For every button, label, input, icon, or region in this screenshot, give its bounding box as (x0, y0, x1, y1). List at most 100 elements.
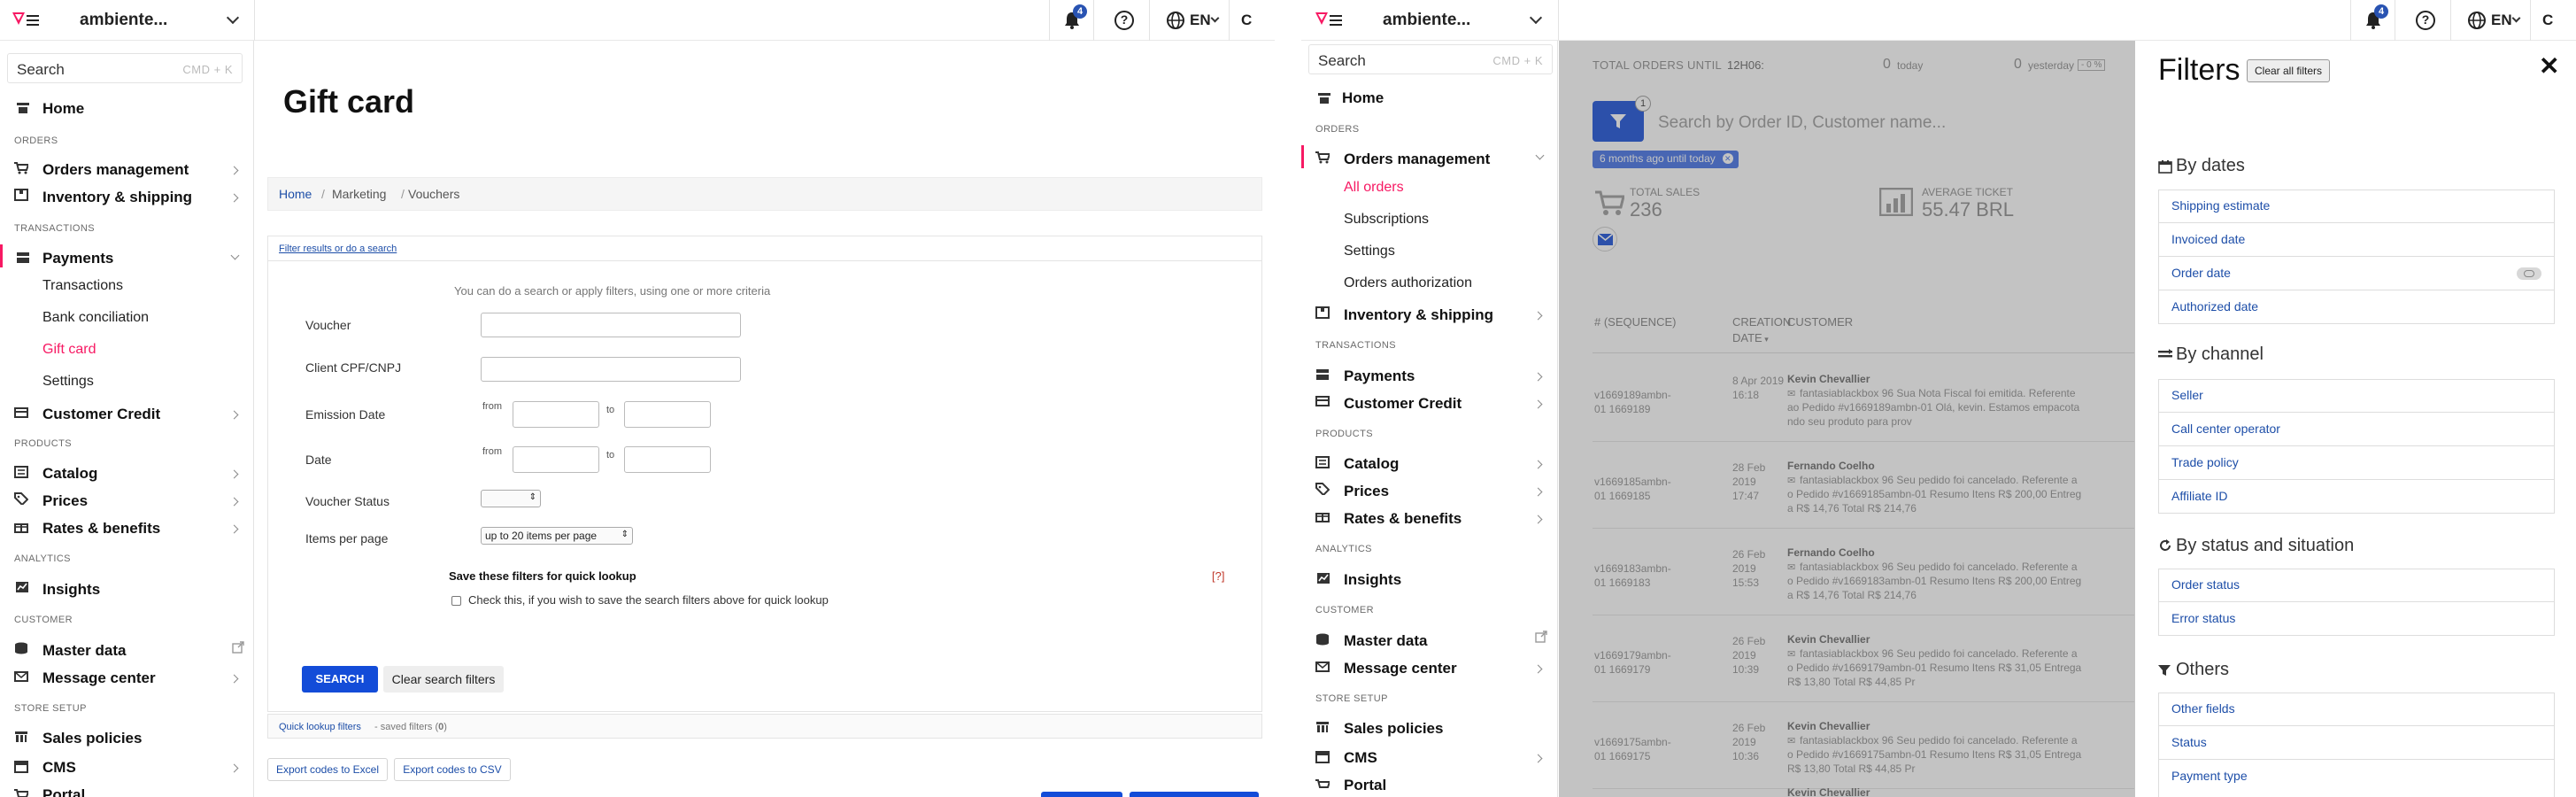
sidebar-subitem-gift-card[interactable]: Gift card (42, 342, 96, 358)
sidebar-item-orders[interactable]: Orders management (42, 161, 189, 179)
globe-icon[interactable] (2467, 11, 2487, 30)
others_items-other-fields[interactable]: Other fields (2159, 693, 2554, 726)
help-icon[interactable]: ? (1114, 11, 1134, 30)
sidebar-item-customer-credit[interactable]: Customer Credit (1344, 395, 1462, 413)
external-link-icon[interactable] (232, 641, 244, 654)
home-icon (17, 103, 29, 113)
breadcrumb-separator: / (321, 187, 325, 201)
chevron-down-icon[interactable] (1210, 13, 1220, 23)
sidebar-item-home[interactable]: Home (1342, 89, 1384, 107)
sidebar-item-message-center[interactable]: Message center (1344, 660, 1457, 677)
status-error-status[interactable]: Error status (2159, 603, 2554, 636)
export-csv-button[interactable]: Export codes to CSV (394, 758, 511, 781)
sidebar-subitem-all-orders[interactable]: All orders (1344, 180, 1404, 196)
channel-trade-policy[interactable]: Trade policy (2159, 447, 2554, 480)
search-input[interactable]: Search CMD + K (7, 53, 243, 83)
export-excel-button[interactable]: Export codes to Excel (267, 758, 388, 781)
others_items-status[interactable]: Status (2159, 727, 2554, 760)
sidebar-item-sales-policies[interactable]: Sales policies (42, 730, 142, 747)
section-label: CUSTOMER (14, 615, 73, 625)
save-filters-checkbox[interactable] (451, 596, 461, 606)
chevron-down-icon[interactable] (2511, 13, 2521, 23)
sidebar-item-home[interactable]: Home (42, 100, 84, 118)
sidebar-subitem-settings[interactable]: Settings (1344, 244, 1395, 259)
sidebar-item-catalog[interactable]: Catalog (42, 465, 97, 483)
user-avatar[interactable]: C (2542, 12, 2553, 29)
sidebar-item-inventory[interactable]: Inventory & shipping (42, 189, 192, 206)
emission-from-input[interactable] (513, 401, 599, 428)
filter-results-link[interactable]: Filter results or do a search (279, 244, 397, 254)
sidebar-item-master-data[interactable]: Master data (42, 642, 126, 660)
breadcrumb-home[interactable]: Home (279, 187, 312, 201)
channel-affiliate-id[interactable]: Affiliate ID (2159, 481, 2554, 514)
sidebar-item-orders[interactable]: Orders management (1344, 151, 1490, 168)
dates-order-date[interactable]: Order date (2159, 258, 2554, 290)
sidebar-subitem-orders-authorization[interactable]: Orders authorization (1344, 275, 1472, 291)
sidebar-item-rates[interactable]: Rates & benefits (42, 520, 160, 538)
clear-all-filters-button[interactable]: Clear all filters (2247, 59, 2330, 82)
external-link-icon[interactable] (1535, 631, 1547, 643)
help-icon[interactable]: ? (2416, 11, 2435, 30)
date-to-input[interactable] (624, 446, 711, 473)
channel-seller[interactable]: Seller (2159, 380, 2554, 413)
sidebar-subitem-settings[interactable]: Settings (42, 374, 94, 390)
vtex-logo[interactable] (1314, 11, 1346, 30)
vtex-logo[interactable] (11, 11, 42, 30)
sidebar-item-rates[interactable]: Rates & benefits (1344, 510, 1462, 528)
sidebar-item-portal[interactable]: Portal (42, 786, 85, 797)
sidebar-item-cms[interactable]: CMS (1344, 749, 1377, 767)
modal-backdrop[interactable] (1559, 41, 2135, 797)
sidebar-item-inventory[interactable]: Inventory & shipping (1344, 306, 1493, 324)
help-link[interactable]: [?] (1212, 569, 1224, 583)
sidebar-item-insights[interactable]: Insights (42, 581, 100, 599)
client-cpf-input[interactable] (481, 357, 741, 382)
sidebar-item-payments[interactable]: Payments (1344, 368, 1415, 385)
sidebar-item-master-data[interactable]: Master data (1344, 632, 1427, 650)
voucher-status-select[interactable]: ⇕ (481, 490, 541, 507)
status-order-status[interactable]: Order status (2159, 569, 2554, 602)
items-per-page-select[interactable]: up to 20 items per page ⇕ (481, 527, 633, 545)
emission-to-input[interactable] (624, 401, 711, 428)
clear-search-button[interactable]: Clear search filters (383, 666, 504, 693)
sidebar-item-cms[interactable]: CMS (42, 759, 76, 777)
search-input[interactable]: Search CMD + K (1308, 44, 1553, 74)
filters-title: Filters (2158, 53, 2241, 87)
dates-shipping-estimate[interactable]: Shipping estimate (2159, 190, 2554, 223)
dates-invoiced-date[interactable]: Invoiced date (2159, 224, 2554, 257)
account-name[interactable]: ambiente... (80, 11, 167, 30)
globe-icon[interactable] (1166, 11, 1185, 30)
sidebar-item-sales-policies[interactable]: Sales policies (1344, 720, 1443, 738)
sidebar-item-insights[interactable]: Insights (1344, 571, 1401, 589)
sidebar-subitem-transactions[interactable]: Transactions (42, 278, 123, 294)
close-icon[interactable]: ✕ (2539, 51, 2559, 81)
sidebar-subitem-subscriptions[interactable]: Subscriptions (1344, 212, 1429, 228)
sidebar-item-portal[interactable]: Portal (1344, 777, 1386, 794)
sidebar-item-prices[interactable]: Prices (42, 492, 88, 510)
sidebar-item-customer-credit[interactable]: Customer Credit (42, 406, 160, 423)
language-selector[interactable]: EN (1190, 12, 1211, 29)
quick-lookup-link[interactable]: Quick lookup filters (279, 722, 361, 732)
others_items-payment-type[interactable]: Payment type (2159, 761, 2554, 793)
account-name[interactable]: ambiente... (1383, 11, 1470, 30)
active-toggle-icon[interactable] (2517, 267, 2541, 280)
voucher-input[interactable] (481, 313, 741, 337)
chevron-down-icon[interactable] (226, 11, 240, 25)
payments-icon (17, 252, 29, 263)
user-avatar[interactable]: C (1241, 12, 1252, 29)
search-button[interactable]: SEARCH (302, 666, 378, 693)
active-indicator (0, 244, 3, 267)
language-selector[interactable]: EN (2491, 12, 2512, 29)
date-from-input[interactable] (513, 446, 599, 473)
chevron-down-icon[interactable] (1529, 11, 1543, 25)
sidebar-subitem-bank-conciliation[interactable]: Bank conciliation (42, 310, 149, 326)
sidebar-item-prices[interactable]: Prices (1344, 483, 1389, 500)
sidebar-item-catalog[interactable]: Catalog (1344, 455, 1399, 473)
sidebar-item-message-center[interactable]: Message center (42, 669, 156, 687)
dates-authorized-date[interactable]: Authorized date (2159, 291, 2554, 324)
bottom-button[interactable] (1041, 792, 1122, 797)
emission-date-label: Emission Date (305, 407, 386, 422)
filter-option-label: Seller (2171, 388, 2203, 402)
sidebar-item-payments[interactable]: Payments (42, 250, 113, 267)
channel-call-center-operator[interactable]: Call center operator (2159, 414, 2554, 446)
bottom-button[interactable] (1130, 792, 1259, 797)
